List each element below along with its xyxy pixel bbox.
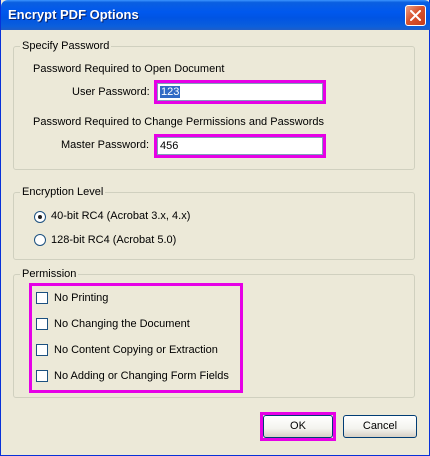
checkbox-no-copying[interactable] [36,344,48,356]
user-password-input[interactable]: 123 [157,83,323,101]
checkbox-no-printing[interactable] [36,292,48,304]
permissions-heading: Password Required to Change Permissions … [33,116,325,128]
checkbox-no-copying-label[interactable]: No Content Copying or Extraction [54,344,218,356]
master-password-label: Master Password: [61,139,150,151]
close-button[interactable] [405,5,426,26]
radio-40-bit[interactable] [34,211,46,223]
user-password-label: User Password: [72,86,150,98]
title-bar[interactable]: Encrypt PDF Options [1,0,430,30]
open-document-heading: Password Required to Open Document [33,63,225,75]
checkbox-no-form-fields-label[interactable]: No Adding or Changing Form Fields [54,370,229,382]
encryption-group-legend: Encryption Level [22,186,104,198]
encrypt-pdf-options-dialog: Encrypt PDF Options Specify Password Pas… [0,0,430,456]
radio-128-bit[interactable] [34,234,46,246]
checkbox-no-changing-document-label[interactable]: No Changing the Document [54,318,190,330]
checkbox-no-printing-label[interactable]: No Printing [54,292,108,304]
radio-40-bit-label[interactable]: 40-bit RC4 (Acrobat 3.x, 4.x) [51,210,190,222]
checkbox-no-changing-document[interactable] [36,318,48,330]
radio-128-bit-label[interactable]: 128-bit RC4 (Acrobat 5.0) [51,234,176,246]
ok-button[interactable]: OK [263,415,333,438]
close-icon [410,10,421,21]
permission-group-legend: Permission [22,268,77,280]
window-title: Encrypt PDF Options [8,7,139,22]
radio-selected-dot [38,215,42,219]
password-group-legend: Specify Password [22,40,110,52]
user-password-value: 123 [160,86,181,98]
master-password-input[interactable]: 456 [157,137,323,155]
master-password-value: 456 [160,140,179,152]
cancel-button[interactable]: Cancel [343,415,417,438]
encryption-group: Encryption Level [13,186,415,260]
checkbox-no-form-fields[interactable] [36,370,48,382]
